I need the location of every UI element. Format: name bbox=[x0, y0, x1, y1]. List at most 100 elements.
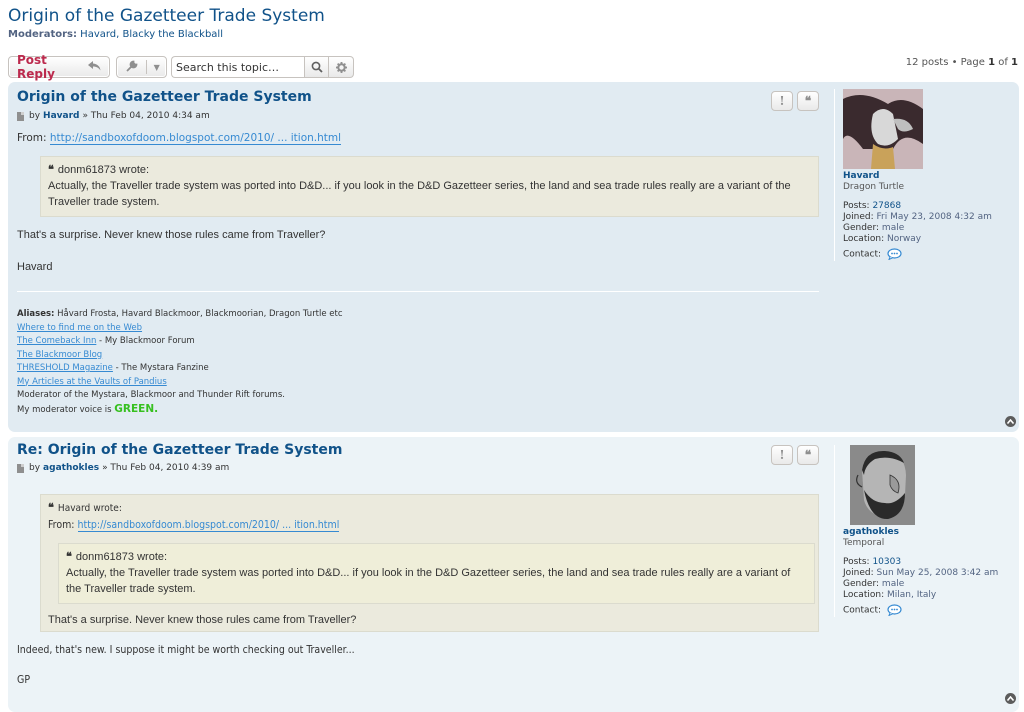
profile-username[interactable]: Havard bbox=[843, 171, 1014, 182]
sig-link-row: THRESHOLD Magazine - The Mystara Fanzine bbox=[17, 362, 343, 376]
sig-link-row: Where to find me on the Web bbox=[17, 322, 343, 336]
sig-link-threshold[interactable]: THRESHOLD Magazine bbox=[17, 363, 113, 373]
search-topic-input[interactable] bbox=[171, 56, 304, 78]
wrench-icon bbox=[117, 60, 146, 75]
search-box bbox=[171, 56, 354, 78]
avatar[interactable] bbox=[843, 89, 923, 169]
speech-bubble-icon[interactable] bbox=[887, 604, 902, 616]
post-author-line: by Havard » Thu Feb 04, 2010 4:34 am bbox=[17, 111, 210, 121]
quote-cite: ❝ donm61873 wrote: bbox=[66, 549, 807, 565]
sig-link-web[interactable]: Where to find me on the Web bbox=[17, 323, 142, 333]
back-to-top-button[interactable] bbox=[1005, 416, 1016, 427]
profile-rank: Temporal bbox=[843, 538, 885, 548]
moderators-links[interactable]: Havard, Blacky the Blackball bbox=[80, 29, 223, 40]
sig-link-row: The Blackmoor Blog bbox=[17, 349, 343, 363]
quote-text: That's a surprise. Never knew those rule… bbox=[48, 614, 357, 626]
profile-posts: Posts: 27868 bbox=[843, 201, 1014, 212]
search-button[interactable] bbox=[304, 56, 329, 78]
post-content: ❝ Havard wrote: From: http://sandboxofdoo… bbox=[17, 494, 827, 688]
profile-gender: Gender: male bbox=[843, 579, 1014, 590]
chevron-up-icon bbox=[1007, 419, 1014, 424]
exclamation-icon: ! bbox=[779, 94, 785, 108]
report-button[interactable]: ! bbox=[771, 445, 793, 465]
advanced-search-button[interactable] bbox=[329, 56, 354, 78]
quote-button[interactable]: ❝ bbox=[797, 91, 819, 111]
sig-moderator-line: Moderator of the Mystara, Blackmoor and … bbox=[17, 390, 285, 400]
profile-contact: Contact: bbox=[843, 248, 1014, 261]
quote-button[interactable]: ❝ bbox=[797, 445, 819, 465]
pagination-of: of bbox=[995, 57, 1012, 68]
post-icon[interactable] bbox=[17, 111, 24, 121]
moderators-label: Moderators: bbox=[8, 29, 77, 40]
page-total: 1 bbox=[1011, 57, 1018, 68]
post-profile: agathokles Temporal Posts: 10303 Joined:… bbox=[834, 445, 1014, 617]
quote-wrote: wrote: bbox=[119, 164, 150, 176]
profile-location: Location: Norway bbox=[843, 234, 1014, 245]
post-reply-button[interactable]: Post Reply bbox=[8, 53, 110, 81]
back-to-top-button[interactable] bbox=[1005, 693, 1016, 704]
quote-author: donm61873 bbox=[75, 551, 135, 563]
post-reply-label: Post Reply bbox=[17, 53, 55, 81]
from-line: From: http://sandboxofdoom.blogspot.com/… bbox=[48, 517, 811, 533]
profile-stats: Posts: 10303 Joined: Sun May 25, 2008 3:… bbox=[843, 557, 1014, 617]
topic-tools-dropdown[interactable]: ▼ bbox=[116, 56, 167, 78]
quote-block: ❝ donm61873 wrote: Actually, the Travelle… bbox=[40, 156, 819, 217]
posts-count-link[interactable]: 10303 bbox=[872, 557, 901, 567]
profile-joined: Joined: Sun May 25, 2008 3:42 am bbox=[843, 568, 1014, 579]
post-icon[interactable] bbox=[17, 463, 24, 473]
from-link[interactable]: http://sandboxofdoom.blogspot.com/2010/ … bbox=[49, 132, 342, 145]
sig-link-comeback-inn[interactable]: The Comeback Inn bbox=[17, 336, 96, 346]
post-buttons: ! ❝ bbox=[767, 445, 819, 465]
gear-icon bbox=[335, 61, 347, 73]
post-buttons: ! ❝ bbox=[767, 91, 819, 111]
avatar[interactable] bbox=[850, 445, 915, 525]
posts-label: Posts: bbox=[843, 201, 870, 211]
joined-label: Joined: bbox=[843, 568, 874, 578]
post: Re: Origin of the Gazetteer Trade System… bbox=[8, 437, 1019, 712]
topic-title[interactable]: Origin of the Gazetteer Trade System bbox=[8, 6, 325, 26]
joined-label: Joined: bbox=[843, 212, 874, 222]
contact-label: Contact: bbox=[843, 249, 882, 260]
sig-link-suffix: - My Blackmoor Forum bbox=[96, 336, 195, 346]
profile-gender: Gender: male bbox=[843, 223, 1014, 234]
post-author[interactable]: agathokles bbox=[43, 463, 99, 473]
location-label: Location: bbox=[843, 590, 885, 600]
gender-value: male bbox=[881, 223, 905, 233]
post-author-line: by agathokles » Thu Feb 04, 2010 4:39 am bbox=[17, 463, 229, 473]
sig-link-row: The Comeback Inn - My Blackmoor Forum bbox=[17, 335, 343, 349]
profile-contact: Contact: bbox=[843, 604, 1014, 617]
sig-link-blackmoor-blog[interactable]: The Blackmoor Blog bbox=[17, 350, 102, 360]
exclamation-icon: ! bbox=[779, 448, 785, 462]
speech-bubble-icon[interactable] bbox=[887, 248, 902, 260]
sig-voice-line: My moderator voice is GREEN. bbox=[17, 403, 343, 418]
action-bar: Post Reply ▼ bbox=[8, 53, 354, 81]
post-title[interactable]: Re: Origin of the Gazetteer Trade System bbox=[17, 442, 342, 458]
quote-text: Actually, the Traveller trade system was… bbox=[48, 180, 791, 208]
posts-count-link[interactable]: 27868 bbox=[872, 201, 901, 211]
quote-icon: ❝ bbox=[48, 501, 54, 514]
from-link[interactable]: http://sandboxofdoom.blogspot.com/2010/ … bbox=[77, 519, 340, 532]
page-current: 1 bbox=[988, 57, 996, 68]
profile-rank: Dragon Turtle bbox=[843, 182, 905, 192]
nested-quote-block: ❝ donm61873 wrote: Actually, the Travelle… bbox=[58, 543, 815, 604]
quote-text: Actually, the Traveller trade system was… bbox=[66, 567, 791, 595]
gender-label: Gender: bbox=[843, 223, 880, 233]
profile-username[interactable]: agathokles bbox=[843, 527, 1014, 538]
reply-arrow-icon bbox=[88, 60, 101, 75]
post-author[interactable]: Havard bbox=[43, 111, 79, 121]
post-text-line: That's a surprise. Never knew those rule… bbox=[17, 229, 326, 241]
from-line: From: http://sandboxofdoom.blogspot.com/… bbox=[17, 130, 827, 146]
profile-joined: Joined: Fri May 23, 2008 4:32 am bbox=[843, 212, 1014, 223]
post-title[interactable]: Origin of the Gazetteer Trade System bbox=[17, 89, 312, 105]
aliases-text: Håvard Frosta, Havard Blackmoor, Blackmo… bbox=[57, 309, 343, 319]
sig-link-vaults[interactable]: My Articles at the Vaults of Pandius bbox=[17, 377, 167, 387]
quote-wrote: wrote: bbox=[93, 503, 122, 514]
post-profile: Havard Dragon Turtle Posts: 27868 Joined… bbox=[834, 89, 1014, 261]
report-button[interactable]: ! bbox=[771, 91, 793, 111]
joined-value: Fri May 23, 2008 4:32 am bbox=[876, 212, 992, 222]
quote-icon: ❝ bbox=[804, 94, 812, 108]
pagination: 12 posts • Page 1 of 1 bbox=[906, 57, 1018, 68]
signature: Aliases: Håvard Frosta, Havard Blackmoor… bbox=[17, 308, 343, 417]
profile-location: Location: Milan, Italy bbox=[843, 590, 1014, 601]
quote-cite: ❝ donm61873 wrote: bbox=[48, 162, 811, 178]
